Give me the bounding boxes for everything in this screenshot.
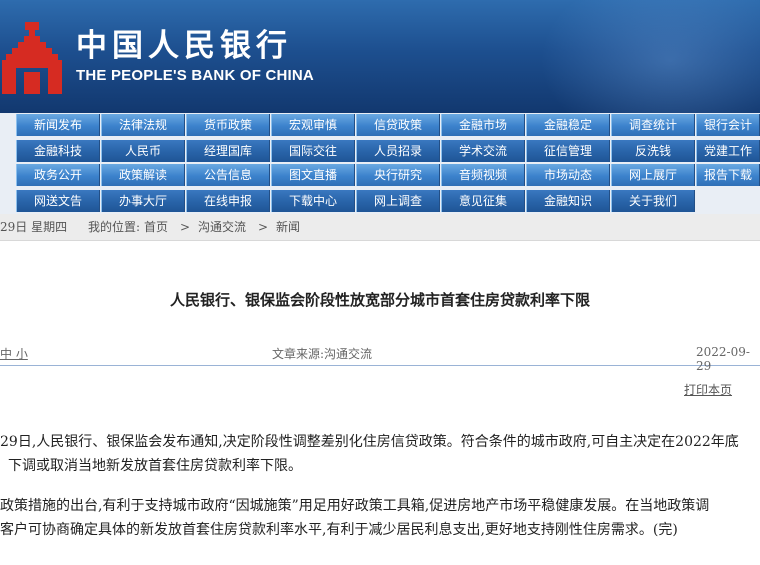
nav-item-market-news[interactable]: 市场动态 <box>526 164 610 186</box>
breadcrumb-label: 我的位置: <box>88 220 141 234</box>
nav-item-online-survey[interactable]: 网上调查 <box>356 190 440 212</box>
nav-item-report-download[interactable]: 报告下载 <box>696 164 760 186</box>
nav-item-credit-reference[interactable]: 征信管理 <box>526 140 610 162</box>
nav-item-academic[interactable]: 学术交流 <box>441 140 525 162</box>
nav-item-party-building[interactable]: 党建工作 <box>696 140 760 162</box>
article-container: 人民银行、银保监会阶段性放宽部分城市首套住房贷款利率下限 中 小 文章来源:沟通… <box>0 241 760 565</box>
nav-item-online-declaration[interactable]: 在线申报 <box>186 190 270 212</box>
nav-item-credit-policy[interactable]: 信贷政策 <box>356 114 440 136</box>
breadcrumb-home-link[interactable]: 首页 <box>144 214 168 240</box>
header-glow <box>540 0 760 113</box>
nav-row-1: 新闻发布 法律法规 货币政策 宏观审慎 信贷政策 金融市场 金融稳定 调查统计 … <box>0 113 760 137</box>
nav-item-treasury[interactable]: 经理国库 <box>186 140 270 162</box>
nav-item-research[interactable]: 央行研究 <box>356 164 440 186</box>
article-paragraph-2-line-1: 政策措施的出台,有利于支持城市政府“因城施策”用足用好政策工具箱,促进房地产市场… <box>0 498 710 514</box>
nav-item-live-broadcast[interactable]: 图文直播 <box>271 164 355 186</box>
nav-item-financial-stability[interactable]: 金融稳定 <box>526 114 610 136</box>
nav-item-policy-interpretation[interactable]: 政策解读 <box>101 164 185 186</box>
nav-item-announcements[interactable]: 公告信息 <box>186 164 270 186</box>
nav-row-3: 政务公开 政策解读 公告信息 图文直播 央行研究 音频视频 市场动态 网上展厅 … <box>0 163 760 187</box>
breadcrumb-separator: > <box>258 220 269 234</box>
article-source: 文章来源:沟通交流 <box>272 347 373 361</box>
breadcrumb-separator: > <box>180 220 191 234</box>
logo-chinese-name: 中国人民银行 <box>76 28 292 64</box>
nav-item-international[interactable]: 国际交往 <box>271 140 355 162</box>
nav-item-anti-money-laundering[interactable]: 反洗钱 <box>611 140 695 162</box>
nav-item-online-exhibition[interactable]: 网上展厅 <box>611 164 695 186</box>
nav-item-macroprudential[interactable]: 宏观审慎 <box>271 114 355 136</box>
nav-item-financial-market[interactable]: 金融市场 <box>441 114 525 136</box>
breadcrumb-section-link[interactable]: 沟通交流 <box>198 214 246 240</box>
breadcrumb: 29日 星期四 我的位置: 首页 > 沟通交流 > 新闻 <box>0 214 760 241</box>
print-page-link[interactable]: 打印本页 <box>684 381 732 398</box>
nav-item-audio-video[interactable]: 音频视频 <box>441 164 525 186</box>
nav-item-recruitment[interactable]: 人员招录 <box>356 140 440 162</box>
nav-item-about-us[interactable]: 关于我们 <box>611 190 695 212</box>
nav-item-bank-accounting[interactable]: 银行会计 <box>696 114 760 136</box>
nav-item-monetary-policy[interactable]: 货币政策 <box>186 114 270 136</box>
article-title: 人民银行、银保监会阶段性放宽部分城市首套住房贷款利率下限 <box>169 291 590 309</box>
article-paragraph-2-line-2: 客户可协商确定具体的新发放首套住房贷款利率水平,有利于减少居民利息支出,更好地支… <box>0 522 678 538</box>
article-date: 2022-09-29 <box>696 345 750 373</box>
site-header: 中国人民银行 THE PEOPLE'S BANK OF CHINA <box>0 0 760 113</box>
pboc-logo-icon[interactable] <box>2 22 62 98</box>
nav-item-rmb[interactable]: 人民币 <box>101 140 185 162</box>
breadcrumb-date: 29日 星期四 <box>0 220 68 234</box>
nav-item-financial-knowledge[interactable]: 金融知识 <box>526 190 610 212</box>
font-size-links[interactable]: 中 小 <box>0 345 28 362</box>
nav-row-2: 金融科技 人民币 经理国库 国际交往 人员招录 学术交流 征信管理 反洗钱 党建… <box>0 139 760 163</box>
nav-item-opinion-collection[interactable]: 意见征集 <box>441 190 525 212</box>
nav-item-government-affairs[interactable]: 政务公开 <box>16 164 100 186</box>
article-meta: 中 小 文章来源:沟通交流 2022-09-29 <box>0 341 760 373</box>
article-paragraph-1-line-2: 下调或取消当地新发放首套住房贷款利率下限。 <box>8 458 302 474</box>
nav-item-news-release[interactable]: 新闻发布 <box>16 114 100 136</box>
main-navigation: 新闻发布 法律法规 货币政策 宏观审慎 信贷政策 金融市场 金融稳定 调查统计 … <box>0 113 760 214</box>
logo-english-name: THE PEOPLE'S BANK OF CHINA <box>76 67 314 84</box>
nav-item-download-center[interactable]: 下载中心 <box>271 190 355 212</box>
breadcrumb-current-link[interactable]: 新闻 <box>276 214 300 240</box>
nav-item-statistics[interactable]: 调查统计 <box>611 114 695 136</box>
nav-row-4: 网送文告 办事大厅 在线申报 下载中心 网上调查 意见征集 金融知识 关于我们 <box>0 189 760 213</box>
nav-item-notices[interactable]: 网送文告 <box>16 190 100 212</box>
nav-item-fintech[interactable]: 金融科技 <box>16 140 100 162</box>
nav-item-service-hall[interactable]: 办事大厅 <box>101 190 185 212</box>
article-paragraph-1-line-1: 29日,人民银行、银保监会发布通知,决定阶段性调整差别化住房信贷政策。符合条件的… <box>0 434 739 450</box>
nav-item-laws[interactable]: 法律法规 <box>101 114 185 136</box>
